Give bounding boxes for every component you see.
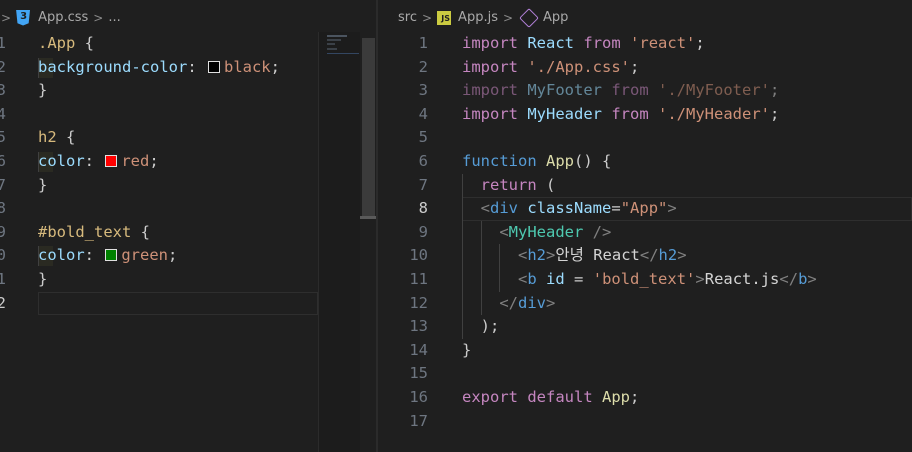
code-line[interactable]: 6 function App() { bbox=[378, 150, 912, 174]
line-text: <b id = 'bold_text'>React.js</b> bbox=[518, 269, 817, 288]
code-line[interactable]: 15 bbox=[378, 362, 912, 386]
symbol-cube-icon bbox=[519, 7, 539, 28]
line-text: import React from 'react'; bbox=[462, 34, 705, 52]
line-number: 7 bbox=[0, 175, 6, 194]
line-number: 15 bbox=[409, 364, 428, 383]
line-number: 2 bbox=[418, 57, 428, 76]
line-text: <h2>안녕 React</h2> bbox=[518, 246, 687, 265]
line-text: color: green; bbox=[38, 246, 178, 265]
line-number: 12 bbox=[409, 293, 428, 312]
chevron-right-icon: > bbox=[502, 10, 514, 25]
line-number: 5 bbox=[418, 128, 428, 147]
breadcrumb-file[interactable]: App.js bbox=[458, 10, 498, 25]
line-text: return ( bbox=[480, 175, 556, 194]
line-number: 6 bbox=[0, 151, 6, 170]
code-line[interactable]: 1 import React from 'react'; bbox=[378, 32, 912, 56]
line-text: </div> bbox=[499, 293, 556, 312]
css-breadcrumb: > App.css > ... bbox=[0, 0, 376, 35]
code-line[interactable]: 8 <div className="App"> bbox=[378, 197, 912, 221]
code-line[interactable]: 3 import MyFooter from './MyFooter'; bbox=[378, 79, 912, 103]
line-text: ); bbox=[480, 317, 500, 336]
line-number: 6 bbox=[418, 151, 428, 170]
line-number: 14 bbox=[409, 340, 428, 359]
breadcrumb-file[interactable]: App.css bbox=[38, 10, 88, 25]
indent-guide bbox=[462, 173, 463, 339]
line-number: 3 bbox=[0, 81, 6, 100]
line-text: background-color: black; bbox=[38, 57, 280, 76]
line-text: } bbox=[38, 81, 48, 100]
line-text: #bold_text { bbox=[38, 222, 151, 241]
scrollbar-marker bbox=[360, 216, 376, 219]
line-text: .App { bbox=[38, 34, 95, 52]
line-number: 1 bbox=[0, 34, 6, 52]
scrollbar-thumb[interactable] bbox=[362, 38, 375, 216]
code-line[interactable]: 2 import './App.css'; bbox=[378, 56, 912, 80]
code-line[interactable]: 9 <MyHeader /> bbox=[378, 221, 912, 245]
line-text: h2 { bbox=[38, 128, 76, 147]
line-text: } bbox=[38, 269, 48, 288]
breadcrumb-symbol[interactable]: App bbox=[543, 10, 568, 25]
line-number: 1 bbox=[0, 269, 6, 288]
line-number: 2 bbox=[0, 57, 6, 76]
line-text: } bbox=[462, 340, 472, 359]
line-text: import './App.css'; bbox=[462, 57, 640, 76]
line-number: 9 bbox=[418, 222, 428, 241]
js-file-icon: JS bbox=[437, 10, 452, 25]
line-number: 3 bbox=[418, 81, 428, 100]
code-line[interactable]: 10 <h2>안녕 React</h2> bbox=[378, 244, 912, 268]
code-line[interactable]: 12 </div> bbox=[378, 292, 912, 316]
indent-guide bbox=[499, 244, 501, 292]
line-text: export default App; bbox=[462, 387, 640, 406]
line-number: 8 bbox=[0, 199, 6, 218]
code-line[interactable]: 13 ); bbox=[378, 315, 912, 339]
breadcrumb-folder[interactable]: src bbox=[398, 10, 417, 25]
line-number: 16 bbox=[409, 387, 428, 406]
line-number: 17 bbox=[409, 411, 428, 430]
line-text: <MyHeader /> bbox=[499, 222, 612, 241]
line-number: 2 bbox=[0, 293, 6, 312]
code-line[interactable]: 16 export default App; bbox=[378, 386, 912, 410]
current-line-highlight bbox=[38, 291, 318, 316]
line-text: import MyHeader from './MyHeader'; bbox=[462, 104, 780, 123]
js-code-area[interactable]: 1 import React from 'react'; 2 import './Ap… bbox=[378, 32, 912, 433]
chevron-right-icon: > bbox=[1, 10, 12, 25]
line-text: function App() { bbox=[462, 151, 612, 170]
css-file-icon bbox=[16, 9, 31, 26]
chevron-right-icon: > bbox=[421, 10, 433, 25]
line-number: 8 bbox=[418, 199, 428, 218]
line-text: } bbox=[38, 175, 48, 194]
code-line[interactable]: 14} bbox=[378, 339, 912, 363]
line-text: <div className="App"> bbox=[480, 199, 677, 218]
js-breadcrumb: src > JS App.js > App bbox=[378, 0, 912, 35]
line-number: 11 bbox=[409, 269, 428, 288]
line-text: color: red; bbox=[38, 151, 159, 170]
line-number: 13 bbox=[409, 317, 428, 336]
breadcrumb-more[interactable]: ... bbox=[108, 10, 120, 25]
chevron-right-icon: > bbox=[93, 10, 104, 25]
code-line[interactable]: 5 bbox=[378, 126, 912, 150]
code-line[interactable]: 7 return ( bbox=[378, 174, 912, 198]
line-number: 7 bbox=[418, 175, 428, 194]
line-number: 1 bbox=[418, 34, 428, 52]
code-line[interactable]: 17 bbox=[378, 410, 912, 434]
line-number: 4 bbox=[0, 104, 6, 123]
line-number: 9 bbox=[0, 222, 6, 241]
line-number: 4 bbox=[418, 104, 428, 123]
line-text: import MyFooter from './MyFooter'; bbox=[462, 81, 780, 100]
line-number: 5 bbox=[0, 128, 6, 147]
code-line[interactable]: 11 <b id = 'bold_text'>React.js</b> bbox=[378, 268, 912, 292]
indent-guide bbox=[480, 220, 482, 316]
js-editor-pane[interactable]: src > JS App.js > App 1 import React from… bbox=[378, 0, 912, 452]
line-number: 0 bbox=[0, 246, 6, 265]
code-line[interactable]: 4 import MyHeader from './MyHeader'; bbox=[378, 103, 912, 127]
line-number: 10 bbox=[409, 246, 428, 265]
